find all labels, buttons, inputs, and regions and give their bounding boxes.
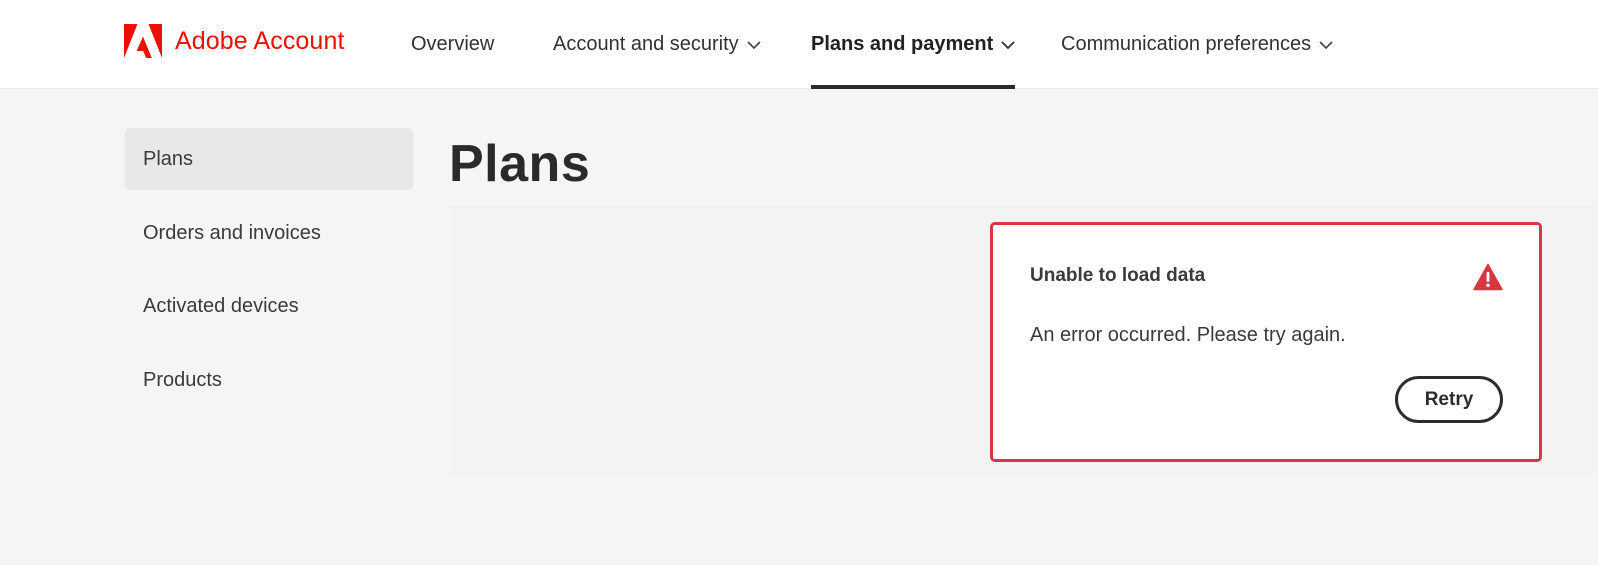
nav-communication-preferences[interactable]: Communication preferences: [1061, 0, 1333, 89]
error-message: An error occurred. Please try again.: [1030, 324, 1346, 346]
sidebar-item-orders-and-invoices[interactable]: Orders and invoices: [125, 202, 413, 264]
nav-overview-label: Overview: [411, 33, 495, 55]
brand-name: Adobe Account: [175, 26, 345, 55]
adobe-logo-icon: [124, 24, 162, 58]
sidebar-item-label: Orders and invoices: [143, 221, 321, 244]
nav-communication-preferences-label: Communication preferences: [1061, 33, 1312, 55]
sidebar-item-label: Activated devices: [143, 294, 299, 317]
chevron-down-icon: [747, 40, 761, 49]
nav-account-and-security[interactable]: Account and security: [553, 0, 761, 89]
error-card: Unable to load data An error occurred. P…: [990, 222, 1542, 462]
nav-account-and-security-label: Account and security: [553, 33, 739, 55]
retry-button[interactable]: Retry: [1395, 376, 1503, 423]
chevron-down-icon: [1001, 40, 1015, 49]
page-title: Plans: [449, 135, 591, 193]
sidebar-item-plans[interactable]: Plans: [125, 128, 413, 190]
alert-triangle-icon: [1473, 263, 1503, 291]
error-title: Unable to load data: [1030, 265, 1206, 286]
nav-overview[interactable]: Overview: [411, 0, 494, 89]
sidebar-item-label: Products: [143, 368, 222, 391]
brand-home-link[interactable]: Adobe Account: [124, 24, 345, 58]
chevron-down-icon: [1319, 40, 1333, 49]
sidebar-item-label: Plans: [143, 147, 194, 170]
sidebar-item-products[interactable]: Products: [125, 349, 413, 411]
nav-plans-and-payment[interactable]: Plans and payment: [811, 0, 1016, 89]
sidebar-item-activated-devices[interactable]: Activated devices: [125, 275, 413, 337]
top-navigation: Adobe Account Overview Account and secur…: [0, 0, 1598, 89]
nav-plans-and-payment-label: Plans and payment: [811, 33, 994, 55]
